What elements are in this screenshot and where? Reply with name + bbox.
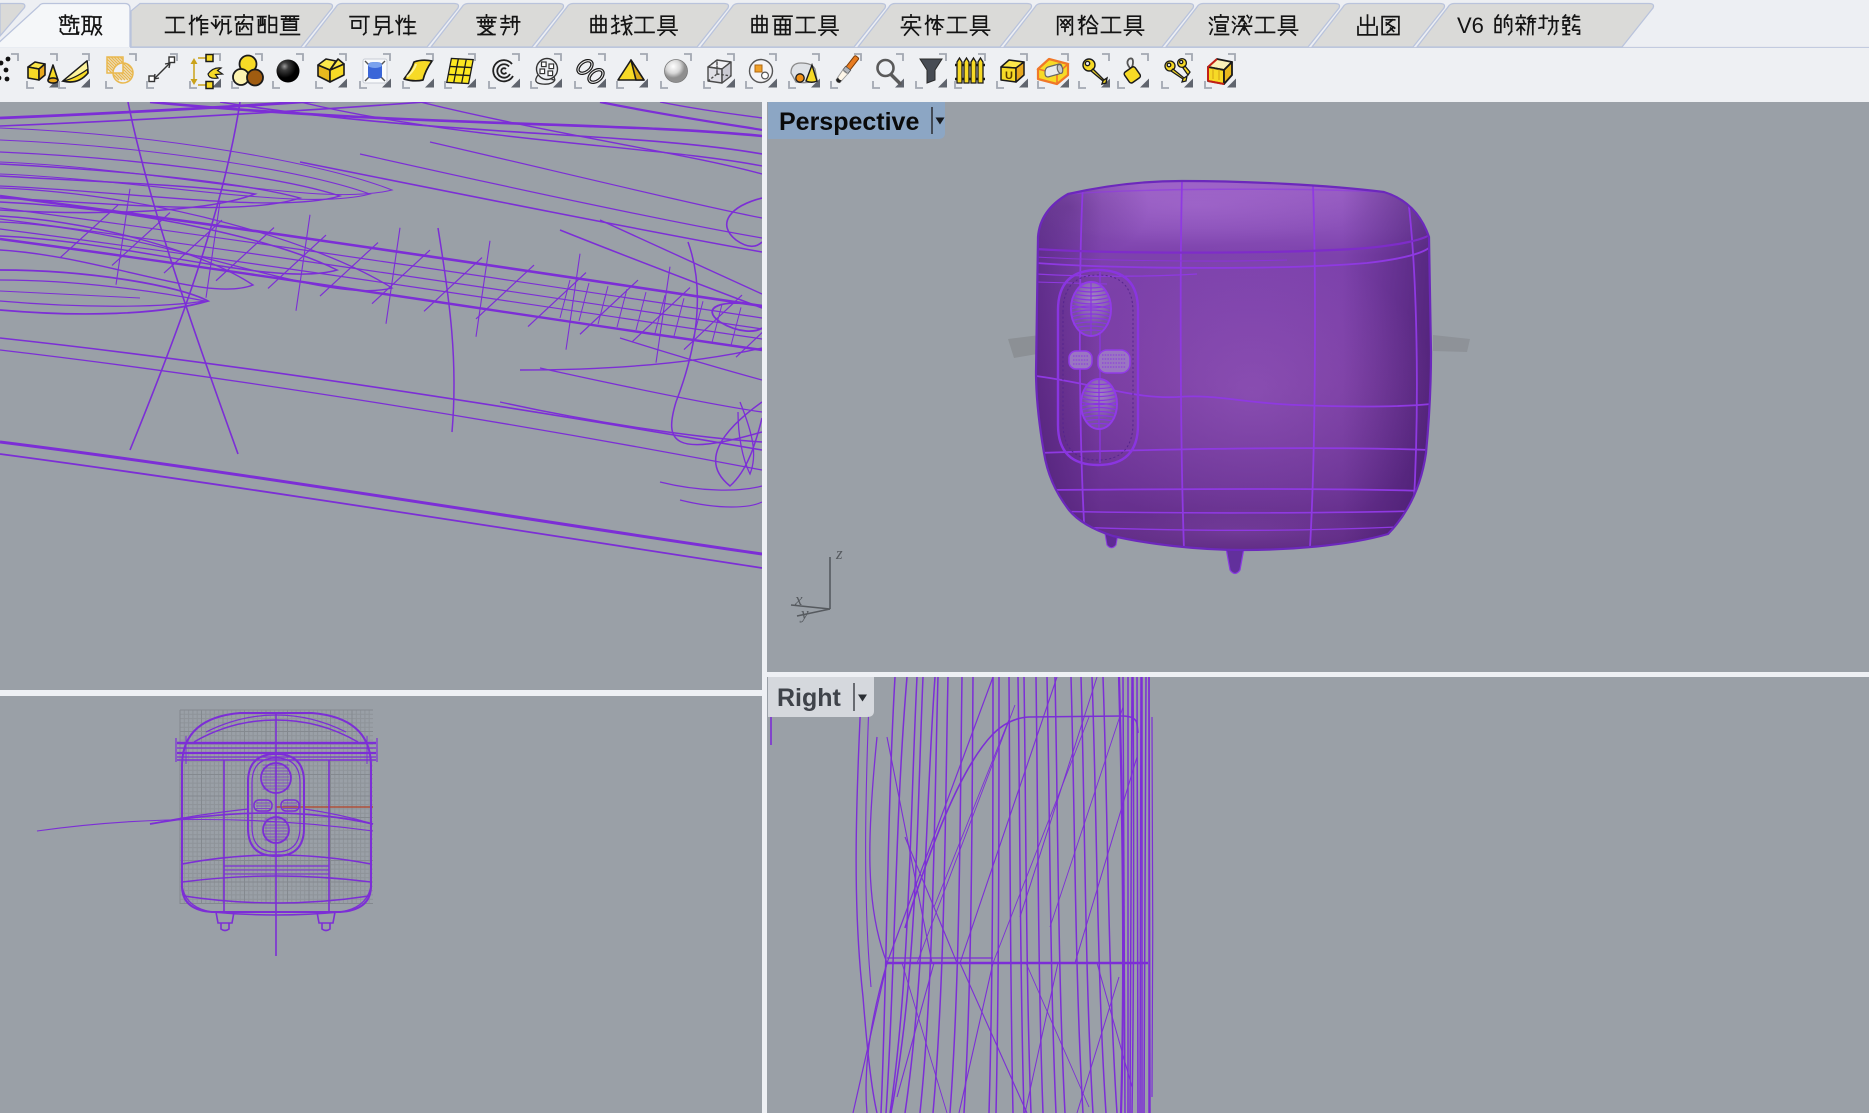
svg-text:V6: V6 — [1457, 13, 1484, 38]
svg-text:Right: Right — [777, 684, 842, 712]
svg-text:U: U — [1005, 70, 1013, 82]
svg-text:y: y — [799, 604, 809, 623]
svg-text:z: z — [835, 544, 843, 563]
svg-text:Perspective: Perspective — [779, 108, 919, 136]
